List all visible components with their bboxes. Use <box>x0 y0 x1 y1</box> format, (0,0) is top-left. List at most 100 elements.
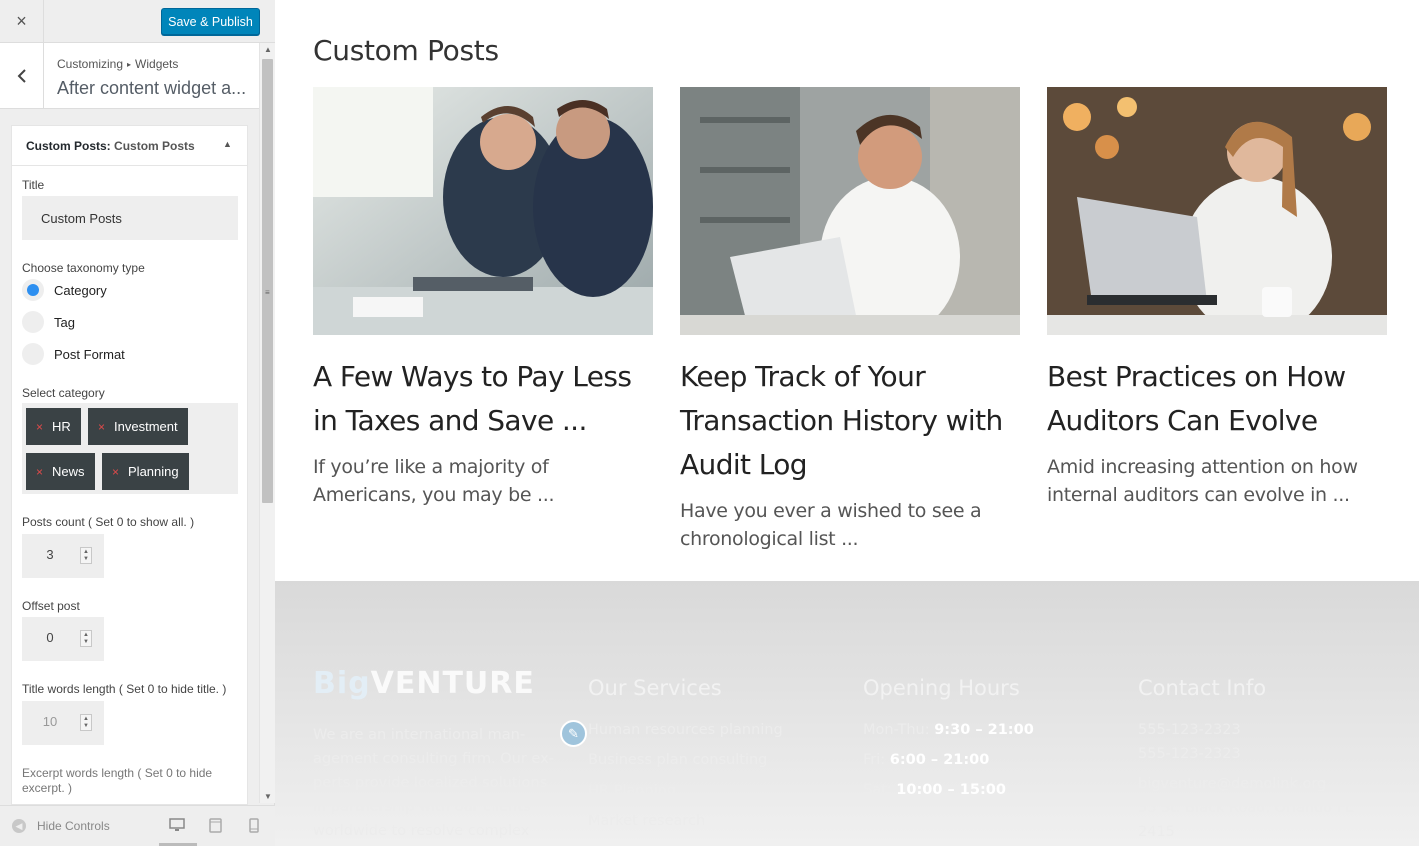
logo-big: Big <box>313 666 371 701</box>
tablet-preview-icon[interactable] <box>209 818 222 838</box>
service-link[interactable]: HR Planning <box>588 783 676 799</box>
widget-instance-name: Custom Posts <box>114 139 195 153</box>
post-image-woman-laptop[interactable] <box>1047 87 1387 335</box>
custom-posts-widget: Custom Posts: Custom Posts ▲ Title Custo… <box>11 125 248 805</box>
post-title[interactable]: Best Practices on How Auditors Can Evolv… <box>1047 355 1387 443</box>
contact-address: 35 St. Black Road, Orlando FL <box>1138 800 1354 816</box>
post-card[interactable]: Keep Track of Your Transaction History w… <box>680 87 1020 553</box>
widget-title: Custom Posts: Custom Posts <box>26 139 195 153</box>
logo-venture: VENTURE <box>370 666 535 701</box>
grip-icon: ≡ <box>265 288 270 297</box>
radio-category[interactable]: Category <box>22 279 107 301</box>
offset-post-label: Offset post <box>22 599 80 613</box>
scroll-up-arrow-icon[interactable]: ▲ <box>264 45 272 54</box>
contact-title: Contact Info <box>1138 676 1267 700</box>
section-title: After content widget a... <box>57 78 247 98</box>
post-card[interactable]: A Few Ways to Pay Less in Taxes and Save… <box>313 87 653 509</box>
about-text-line: We are an international man- <box>313 727 526 743</box>
title-words-input[interactable]: 10 ▲ ▼ <box>22 701 104 745</box>
stepper-icon[interactable]: ▲ ▼ <box>80 630 92 647</box>
close-customizer-button[interactable]: × <box>0 0 44 42</box>
customizer-footer: ◀ Hide Controls <box>0 805 275 846</box>
service-link[interactable]: Human resources planning <box>588 722 783 738</box>
remove-tag-icon[interactable]: × <box>36 420 43 434</box>
hours-time: 10:00 – 15:00 <box>896 782 1006 798</box>
excerpt-words-label: Excerpt words length ( Set 0 to hide exc… <box>22 766 213 795</box>
contact-phone[interactable]: 555-123-2323 <box>1138 722 1241 738</box>
stepper-icon[interactable]: ▲ ▼ <box>80 547 92 564</box>
post-image-man-laptop[interactable] <box>680 87 1020 335</box>
posts-count-input[interactable]: 3 ▲ ▼ <box>22 534 104 578</box>
widget-header[interactable]: Custom Posts: Custom Posts ▲ <box>12 126 247 166</box>
remove-tag-icon[interactable]: × <box>112 465 119 479</box>
remove-tag-icon[interactable]: × <box>98 420 105 434</box>
offset-post-value: 0 <box>46 630 54 645</box>
remove-tag-icon[interactable]: × <box>36 465 43 479</box>
breadcrumb-item: Widgets <box>135 57 179 71</box>
collapse-circle-icon: ◀ <box>12 819 26 833</box>
collapse-arrow-icon[interactable]: ▲ <box>223 139 232 149</box>
footer-logo[interactable]: BigVENTURE <box>313 666 535 701</box>
select-category-label: Select category <box>22 386 105 400</box>
about-text-line: perts provide localized solutions <box>313 775 548 791</box>
about-text-line: in partnership with our clients <box>313 799 531 815</box>
hide-controls-label: Hide Controls <box>37 819 110 833</box>
contact-phone[interactable]: 555-123-2323 <box>1138 746 1241 762</box>
hours-day: Sat: <box>863 782 892 798</box>
stepper-icon[interactable]: ▲ ▼ <box>80 714 92 731</box>
radio-button[interactable] <box>22 343 44 365</box>
tag-label: News <box>52 464 85 479</box>
category-tag-planning: × Planning <box>102 453 189 490</box>
radio-button[interactable] <box>22 279 44 301</box>
offset-post-input[interactable]: 0 ▲ ▼ <box>22 617 104 661</box>
title-words-label: Title words length ( Set 0 to hide title… <box>22 682 227 696</box>
category-tag-hr: × HR <box>26 408 81 445</box>
radio-label: Tag <box>54 314 75 330</box>
post-title[interactable]: A Few Ways to Pay Less in Taxes and Save… <box>313 355 653 443</box>
category-select[interactable]: × HR × Investment × News × Planning <box>22 403 238 494</box>
edit-shortcut-pencil-icon[interactable]: ✎ <box>560 720 587 747</box>
post-card[interactable]: Best Practices on How Auditors Can Evolv… <box>1047 87 1387 509</box>
title-label: Title <box>22 178 45 192</box>
post-image-office-meeting[interactable] <box>313 87 653 335</box>
category-tag-investment: × Investment <box>88 408 188 445</box>
scroll-down-arrow-icon[interactable]: ▼ <box>264 792 272 801</box>
title-input[interactable]: Custom Posts <box>22 196 238 240</box>
section-nav: Customizing ▸ Widgets After content widget… <box>0 43 259 109</box>
hours-row: Mon-Thu: 9:30 – 21:00 <box>863 722 1034 738</box>
custom-posts-heading: Custom Posts <box>313 34 499 67</box>
contact-address: 2415 <box>1138 824 1175 840</box>
customizer-header: × Save & Publish <box>0 0 275 43</box>
service-link[interactable]: Market research <box>588 813 705 829</box>
contact-email[interactable]: bigventure@demolink.org <box>1138 776 1326 792</box>
taxonomy-label: Choose taxonomy type <box>22 261 145 275</box>
radio-label: Post Format <box>54 346 125 362</box>
services-title: Our Services <box>588 676 722 700</box>
hide-controls-button[interactable]: ◀ Hide Controls <box>12 819 110 833</box>
mobile-preview-icon[interactable] <box>249 818 259 838</box>
hours-time: 9:30 – 21:00 <box>934 722 1034 738</box>
hours-time: 6:00 – 21:00 <box>889 752 990 768</box>
radio-post-format[interactable]: Post Format <box>22 343 125 365</box>
about-text-line: worldwide to resolve complex <box>313 823 530 839</box>
scrollbar-thumb[interactable]: ≡ <box>262 59 273 503</box>
post-excerpt: Have you ever a wished to see a chronolo… <box>680 500 982 550</box>
post-excerpt: Amid increasing attention on how interna… <box>1047 456 1358 506</box>
desktop-preview-icon[interactable] <box>169 818 185 837</box>
hours-day: Mon-Thu: <box>863 722 930 738</box>
site-preview: Custom Posts A Few Ways to Pay Less in T <box>275 0 1419 846</box>
service-link[interactable]: Business plan consulting <box>588 752 767 768</box>
customizer-sidebar: × Save & Publish Customizing ▸ Widgets Aft… <box>0 0 275 846</box>
breadcrumb-separator: ▸ <box>127 60 132 69</box>
title-words-value: 10 <box>42 714 58 729</box>
back-button[interactable] <box>0 43 44 109</box>
tag-label: Investment <box>114 419 178 434</box>
post-title[interactable]: Keep Track of Your Transaction History w… <box>680 355 1020 487</box>
radio-button[interactable] <box>22 311 44 333</box>
sidebar-scrollbar[interactable]: ▲ ≡ ▼ <box>259 43 275 803</box>
radio-tag[interactable]: Tag <box>22 311 75 333</box>
widget-type-label: Custom Posts: <box>26 139 111 153</box>
breadcrumb-item: Customizing <box>57 57 124 71</box>
save-publish-button[interactable]: Save & Publish <box>161 8 260 35</box>
close-icon: × <box>16 10 27 31</box>
